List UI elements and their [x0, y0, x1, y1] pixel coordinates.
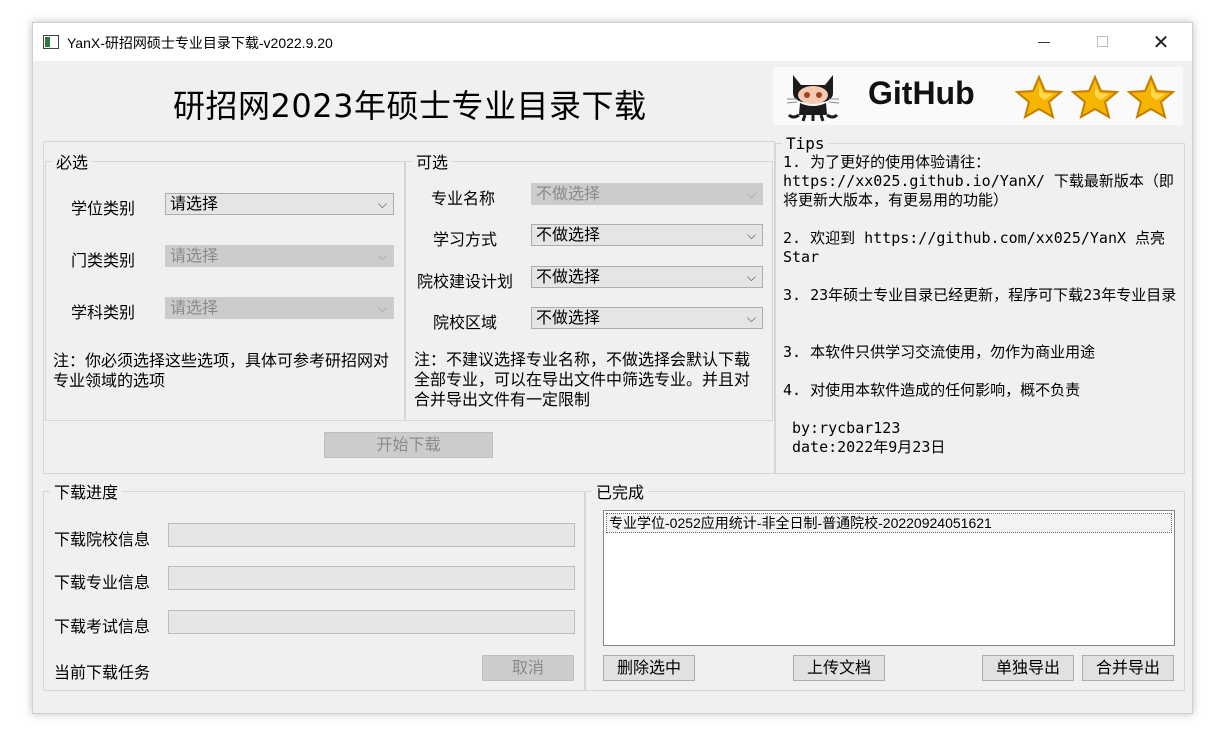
category-select-value: 请选择: [170, 246, 219, 265]
major-select[interactable]: 不做选择 ⌵: [531, 183, 763, 205]
chevron-down-icon: ⌵: [746, 228, 756, 242]
github-banner[interactable]: GitHub: [773, 67, 1183, 125]
maximize-button[interactable]: [1074, 23, 1132, 61]
region-select[interactable]: 不做选择 ⌵: [531, 307, 763, 329]
tip-2: 2. 欢迎到 https://github.com/xx025/YanX 点亮 …: [783, 229, 1166, 266]
cancel-button[interactable]: 取消: [482, 655, 574, 681]
region-label: 院校区域: [433, 313, 498, 332]
plan-select-value: 不做选择: [536, 267, 601, 286]
plan-select[interactable]: 不做选择 ⌵: [531, 266, 763, 288]
title-bar: YanX-研招网硕士专业目录下载-v2022.9.20 ✕: [33, 23, 1192, 61]
list-item[interactable]: 专业学位-0252应用统计-非全日制-普通院校-20220924051621: [606, 513, 1172, 533]
subject-select[interactable]: 请选择 ⌵: [165, 297, 394, 319]
chevron-down-icon: ⌵: [377, 197, 387, 211]
completed-legend: 已完成: [596, 483, 645, 502]
window-title: YanX-研招网硕士专业目录下载-v2022.9.20: [67, 35, 333, 51]
minimize-button[interactable]: [1016, 23, 1074, 61]
chevron-down-icon: ⌵: [746, 311, 756, 325]
close-icon: ✕: [1152, 30, 1170, 54]
tips-legend: Tips: [786, 134, 825, 153]
page-title: 研招网2023年硕士专业目录下载: [173, 87, 647, 125]
category-label: 门类类别: [71, 251, 136, 270]
tip-1: 1. 为了更好的使用体验请往：https://xx025.github.io/Y…: [783, 153, 1174, 209]
degree-select-value: 请选择: [170, 194, 219, 213]
star-icon: [1015, 75, 1063, 119]
start-download-button[interactable]: 开始下载: [324, 432, 493, 458]
export-merge-button[interactable]: 合并导出: [1082, 655, 1174, 681]
exam-progress-bar: [168, 610, 575, 634]
minimize-icon: [1038, 42, 1050, 43]
chevron-down-icon: ⌵: [377, 301, 387, 315]
close-button[interactable]: ✕: [1132, 23, 1190, 61]
required-legend: 必选: [56, 153, 89, 172]
plan-label: 院校建设计划: [417, 272, 514, 291]
subject-select-value: 请选择: [170, 298, 219, 317]
app-icon: [43, 35, 59, 49]
github-label: GitHub: [868, 75, 975, 111]
study-mode-select-value: 不做选择: [536, 225, 601, 244]
optional-legend: 可选: [416, 153, 449, 172]
octocat-icon: [786, 75, 840, 122]
current-task-label: 当前下载任务: [54, 663, 151, 682]
tip-3: 3. 23年硕士专业目录已经更新，程序可下载23年专业目录: [783, 286, 1177, 304]
tip-5: 4. 对使用本软件造成的任何影响，概不负责: [783, 381, 1081, 399]
maximize-icon: [1097, 36, 1108, 47]
star-icon: [1127, 75, 1175, 119]
chevron-down-icon: ⌵: [746, 270, 756, 284]
major-select-value: 不做选择: [536, 184, 601, 203]
required-note: 注：你必须选择这些选项，具体可参考研招网对专业领域的选项: [53, 351, 390, 390]
delete-selected-button[interactable]: 删除选中: [603, 655, 695, 681]
study-mode-label: 学习方式: [433, 230, 498, 249]
export-single-button[interactable]: 单独导出: [982, 655, 1074, 681]
author-label: by:rycbar123: [792, 419, 901, 437]
category-select[interactable]: 请选择 ⌵: [165, 245, 394, 267]
major-progress-label: 下载专业信息: [54, 573, 151, 592]
upload-document-button[interactable]: 上传文档: [793, 655, 885, 681]
major-progress-bar: [168, 566, 575, 590]
school-progress-label: 下载院校信息: [54, 530, 151, 549]
exam-progress-label: 下载考试信息: [54, 617, 151, 636]
tip-4: 3. 本软件只供学习交流使用，勿作为商业用途: [783, 343, 1096, 361]
optional-note: 注：不建议选择专业名称，不做选择会默认下载全部专业，可以在导出文件中筛选专业。并…: [414, 350, 751, 409]
school-progress-bar: [168, 523, 575, 547]
date-label: date:2022年9月23日: [792, 438, 946, 456]
star-icon: [1071, 75, 1119, 119]
degree-select[interactable]: 请选择 ⌵: [165, 193, 394, 215]
completed-list[interactable]: 专业学位-0252应用统计-非全日制-普通院校-20220924051621: [603, 510, 1175, 646]
region-select-value: 不做选择: [536, 308, 601, 327]
app-window: YanX-研招网硕士专业目录下载-v2022.9.20 ✕ 研招网2023年硕士…: [32, 22, 1193, 714]
chevron-down-icon: ⌵: [746, 187, 756, 201]
progress-legend: 下载进度: [54, 483, 119, 502]
study-mode-select[interactable]: 不做选择 ⌵: [531, 224, 763, 246]
subject-label: 学科类别: [71, 303, 136, 322]
major-label: 专业名称: [431, 189, 496, 208]
chevron-down-icon: ⌵: [377, 249, 387, 263]
degree-label: 学位类别: [71, 199, 136, 218]
